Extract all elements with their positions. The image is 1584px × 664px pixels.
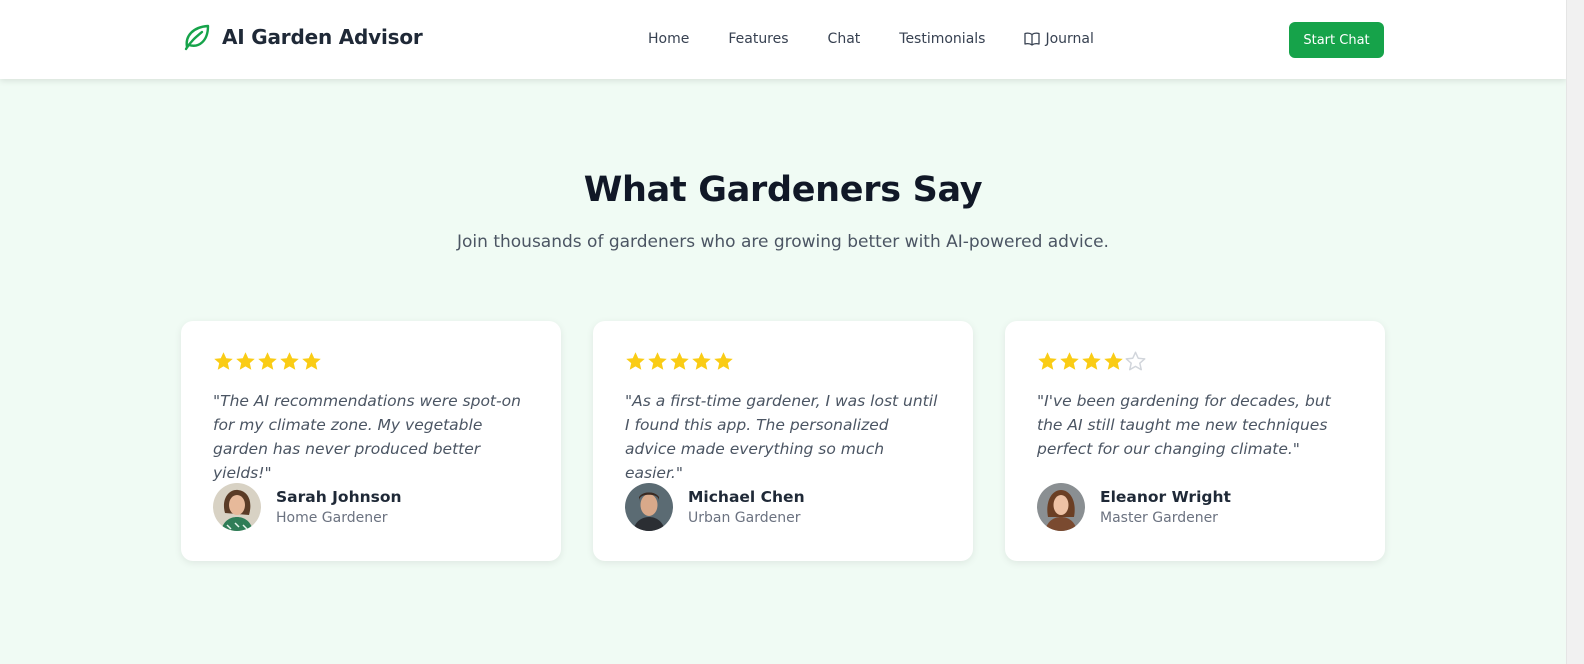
- star-filled-icon: [280, 352, 299, 370]
- testimonial-author: Eleanor Wright Master Gardener: [1037, 483, 1231, 531]
- testimonial-card: "I've been gardening for decades, but th…: [1005, 321, 1385, 561]
- section-title: What Gardeners Say: [583, 170, 983, 210]
- nav-link-journal[interactable]: Journal: [1024, 31, 1094, 47]
- avatar: [1037, 483, 1085, 531]
- author-name: Eleanor Wright: [1100, 488, 1231, 506]
- leaf-icon: [184, 24, 210, 51]
- star-filled-icon: [1060, 352, 1079, 370]
- star-rating: [213, 351, 529, 373]
- brand-logo[interactable]: AI Garden Advisor: [182, 22, 423, 52]
- author-role: Master Gardener: [1100, 510, 1218, 526]
- star-empty-icon: [1125, 351, 1146, 371]
- author-role: Urban Gardener: [688, 510, 801, 526]
- top-navbar: AI Garden Advisor Home Features Chat Tes…: [0, 0, 1566, 79]
- star-filled-icon: [626, 352, 645, 370]
- testimonial-card: "As a first-time gardener, I was lost un…: [593, 321, 973, 561]
- book-icon: [1024, 32, 1041, 46]
- testimonial-card: "The AI recommendations were spot-on for…: [181, 321, 561, 561]
- star-filled-icon: [714, 352, 733, 370]
- author-name: Sarah Johnson: [276, 488, 402, 506]
- testimonial-cards: "The AI recommendations were spot-on for…: [181, 321, 1385, 561]
- star-filled-icon: [1104, 352, 1123, 370]
- testimonial-quote: "The AI recommendations were spot-on for…: [213, 392, 521, 482]
- avatar: [625, 483, 673, 531]
- nav-link-journal-label: Journal: [1045, 31, 1094, 47]
- nav-links: Home Features Chat Testimonials Journal: [648, 31, 1094, 47]
- testimonial-author: Michael Chen Urban Gardener: [625, 483, 805, 531]
- testimonial-author: Sarah Johnson Home Gardener: [213, 483, 402, 531]
- author-name: Michael Chen: [688, 488, 805, 506]
- star-filled-icon: [214, 352, 233, 370]
- nav-link-features[interactable]: Features: [728, 31, 788, 47]
- nav-link-testimonials[interactable]: Testimonials: [899, 31, 985, 47]
- star-filled-icon: [302, 352, 321, 370]
- author-role: Home Gardener: [276, 510, 388, 526]
- testimonial-quote: "As a first-time gardener, I was lost un…: [625, 392, 938, 482]
- avatar: [213, 483, 261, 531]
- star-rating: [1037, 351, 1353, 373]
- testimonial-quote: "I've been gardening for decades, but th…: [1037, 392, 1331, 458]
- star-filled-icon: [670, 352, 689, 370]
- star-rating: [625, 351, 941, 373]
- nav-link-home[interactable]: Home: [648, 31, 689, 47]
- star-filled-icon: [648, 352, 667, 370]
- section-subtitle: Join thousands of gardeners who are grow…: [457, 232, 1109, 252]
- star-filled-icon: [1038, 352, 1057, 370]
- star-filled-icon: [692, 352, 711, 370]
- star-filled-icon: [258, 352, 277, 370]
- page-scrollbar[interactable]: [1566, 0, 1584, 664]
- star-filled-icon: [1082, 352, 1101, 370]
- star-filled-icon: [236, 352, 255, 370]
- start-chat-button[interactable]: Start Chat: [1289, 22, 1384, 58]
- nav-link-chat[interactable]: Chat: [828, 31, 861, 47]
- brand-name: AI Garden Advisor: [222, 25, 423, 49]
